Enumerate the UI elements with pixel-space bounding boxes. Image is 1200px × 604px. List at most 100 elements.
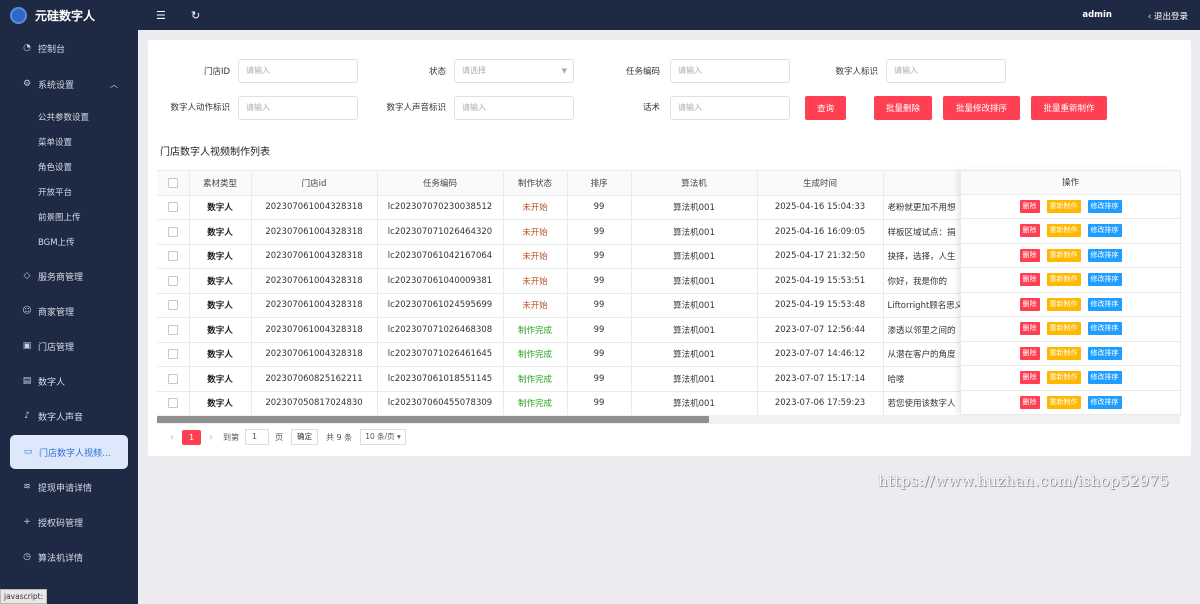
dh-action-input[interactable]: 请输入 — [238, 96, 358, 120]
sidebar-item-bgm-upload[interactable]: BGM上传 — [0, 231, 138, 253]
logo[interactable]: 元硅数字人 — [0, 0, 138, 30]
sidebar-item-provider-management[interactable]: ◇ 服务商管理 — [0, 265, 138, 287]
layers-icon: ≋ — [23, 482, 31, 492]
sidebar-item-store-video[interactable]: ▭ 门店数字人视频... — [10, 435, 128, 469]
select-all-cell[interactable] — [157, 170, 190, 196]
edit-sort-button[interactable]: 修改排序 — [1087, 224, 1122, 238]
current-page[interactable]: 1 — [182, 429, 201, 445]
query-button[interactable]: 查询 — [805, 96, 846, 120]
delete-button[interactable]: 删除 — [1019, 248, 1040, 262]
row-select-cell[interactable] — [157, 268, 190, 294]
sidebar-item-foreground-upload[interactable]: 前景图上传 — [0, 206, 138, 228]
row-checkbox[interactable] — [167, 349, 178, 359]
remake-button[interactable]: 重新制作 — [1046, 199, 1081, 213]
row-select-cell[interactable] — [157, 195, 190, 220]
sidebar-item-digital-human-voice[interactable]: ♪ 数字人声音 — [0, 405, 138, 427]
row-checkbox[interactable] — [167, 300, 178, 310]
row-select-cell[interactable] — [157, 391, 190, 416]
sidebar-item-auth-code[interactable]: + 授权码管理 — [0, 511, 138, 533]
sidebar-item-merchant-management[interactable]: ☺ 商家管理 — [0, 300, 138, 322]
delete-button[interactable]: 删除 — [1019, 297, 1040, 311]
sidebar-item-open-platform[interactable]: 开放平台 — [0, 181, 138, 203]
batch-sort-button[interactable]: 批量修改排序 — [943, 96, 1020, 120]
edit-sort-button[interactable]: 修改排序 — [1087, 395, 1122, 409]
edit-sort-button[interactable]: 修改排序 — [1087, 199, 1122, 213]
sidebar-item-public-params[interactable]: 公共参数设置 — [0, 106, 138, 128]
script-input[interactable]: 请输入 — [670, 96, 790, 120]
browser-status-tip: javascript: — [0, 589, 48, 604]
user-name[interactable]: admin — [1082, 10, 1112, 20]
row-select-cell[interactable] — [157, 244, 190, 269]
remake-button[interactable]: 重新制作 — [1046, 297, 1081, 311]
goto-confirm-button[interactable]: 确定 — [291, 429, 318, 445]
dh-action-label: 数字人动作标识 — [170, 103, 230, 113]
sidebar-item-digital-human[interactable]: ▤ 数字人 — [0, 370, 138, 392]
dh-id-input[interactable]: 请输入 — [886, 59, 1006, 83]
row-checkbox[interactable] — [167, 202, 178, 212]
task-code-input[interactable]: 请输入 — [670, 59, 790, 83]
edit-sort-button[interactable]: 修改排序 — [1087, 346, 1122, 360]
sidebar-item-menu-settings[interactable]: 菜单设置 — [0, 131, 138, 153]
edit-sort-button[interactable]: 修改排序 — [1087, 322, 1122, 336]
prev-page-icon[interactable]: ‹ — [170, 432, 174, 443]
status-select[interactable]: 请选择 ▼ — [454, 59, 574, 83]
row-select-cell[interactable] — [157, 219, 190, 245]
row-select-cell[interactable] — [157, 342, 190, 367]
row-checkbox[interactable] — [167, 275, 178, 286]
logo-icon — [10, 6, 27, 24]
horizontal-scrollbar[interactable] — [157, 415, 1180, 424]
task-code-label: 任务编码 — [625, 67, 660, 77]
delete-button[interactable]: 删除 — [1019, 346, 1040, 360]
select-all-checkbox[interactable] — [167, 177, 178, 188]
sidebar-item-dashboard[interactable]: ◔ 控制台 — [0, 37, 138, 59]
row-checkbox[interactable] — [167, 398, 178, 408]
remake-button[interactable]: 重新制作 — [1046, 248, 1081, 262]
delete-button[interactable]: 删除 — [1019, 322, 1040, 336]
row-select-cell[interactable] — [157, 317, 190, 343]
goto-page-input[interactable]: 1 — [245, 429, 269, 445]
delete-button[interactable]: 删除 — [1019, 224, 1040, 238]
store-id-input[interactable]: 请输入 — [238, 59, 358, 83]
row-select-cell[interactable] — [157, 366, 190, 392]
dh-id-label: 数字人标识 — [835, 67, 878, 77]
row-checkbox[interactable] — [167, 373, 178, 384]
remake-button[interactable]: 重新制作 — [1046, 273, 1081, 287]
batch-remake-button[interactable]: 批量重新制作 — [1031, 96, 1107, 120]
batch-delete-button[interactable]: 批量删除 — [874, 96, 932, 120]
remake-button[interactable]: 重新制作 — [1046, 395, 1081, 409]
page-size-select[interactable]: 10 条/页 ▾ — [360, 429, 406, 445]
edit-sort-button[interactable]: 修改排序 — [1087, 371, 1122, 385]
dh-voice-input[interactable]: 请输入 — [454, 96, 574, 120]
edit-sort-button[interactable]: 修改排序 — [1087, 297, 1122, 311]
delete-button[interactable]: 删除 — [1019, 395, 1040, 409]
sidebar-item-role-settings[interactable]: 角色设置 — [0, 156, 138, 178]
sidebar-item-machine-details[interactable]: ◷ 算法机详情 — [0, 546, 138, 568]
remake-button[interactable]: 重新制作 — [1046, 322, 1081, 336]
row-checkbox[interactable] — [167, 226, 178, 237]
scrollbar-thumb[interactable] — [157, 416, 710, 423]
delete-button[interactable]: 删除 — [1019, 199, 1040, 213]
refresh-icon[interactable]: ↻ — [191, 9, 200, 22]
row-checkbox[interactable] — [167, 324, 178, 335]
menu-collapse-icon[interactable]: ☰ — [156, 9, 166, 22]
row-checkbox[interactable] — [167, 251, 178, 261]
remake-button[interactable]: 重新制作 — [1046, 224, 1081, 238]
edit-sort-button[interactable]: 修改排序 — [1087, 248, 1122, 262]
sort-cell: 99 — [567, 268, 632, 294]
sidebar-item-store-management[interactable]: ▣ 门店管理 — [0, 335, 138, 357]
next-page-icon[interactable]: › — [209, 432, 213, 443]
delete-button[interactable]: 删除 — [1019, 371, 1040, 385]
remake-button[interactable]: 重新制作 — [1046, 371, 1081, 385]
remake-button[interactable]: 重新制作 — [1046, 346, 1081, 360]
operations-row: 删除 重新制作 修改排序 — [961, 293, 1180, 317]
machine-cell: 算法机001 — [631, 391, 758, 416]
operations-row: 删除 重新制作 修改排序 — [961, 219, 1180, 244]
delete-button[interactable]: 删除 — [1019, 273, 1040, 287]
sidebar-item-withdraw-details[interactable]: ≋ 提现申请详情 — [0, 476, 138, 498]
edit-sort-button[interactable]: 修改排序 — [1087, 273, 1122, 287]
logout-link[interactable]: ‹ 退出登录 — [1148, 10, 1188, 22]
row-select-cell[interactable] — [157, 293, 190, 318]
task-code-cell: lc202307061042167064 — [377, 244, 504, 269]
sort-cell: 99 — [567, 219, 632, 245]
sidebar-item-system-settings[interactable]: ⚙ 系统设置 ︿ — [0, 73, 138, 95]
